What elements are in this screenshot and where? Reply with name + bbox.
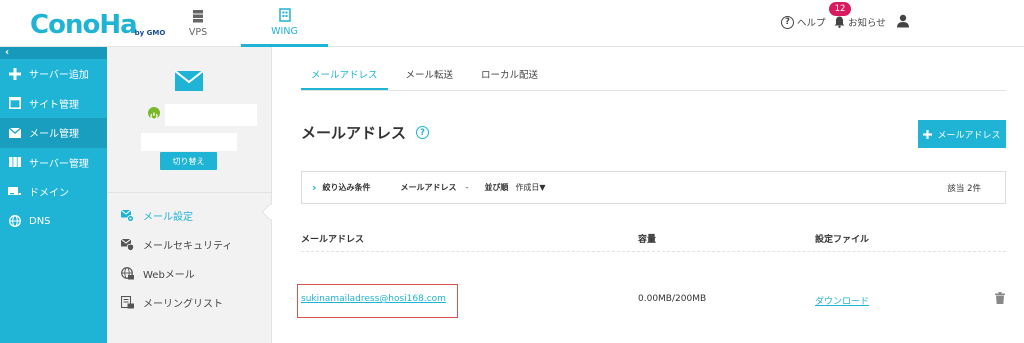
- globe-icon: [8, 215, 21, 228]
- tab-bar: メールアドレス メール転送 ローカル配送: [301, 67, 548, 91]
- sidebar-item-label: サーバー管理: [29, 158, 89, 170]
- trash-icon[interactable]: [994, 292, 1006, 304]
- nav-vps[interactable]: VPS: [168, 0, 228, 47]
- tab-local-delivery[interactable]: ローカル配送: [471, 67, 548, 91]
- sidebar-item-label: DNS: [29, 215, 51, 227]
- window-icon: [8, 97, 21, 110]
- mail-icon: [8, 126, 21, 139]
- mail-settings-icon: [121, 209, 134, 222]
- conoha-logo[interactable]: ConoHa by GMO: [30, 8, 165, 40]
- notice-link[interactable]: お知らせ: [834, 15, 886, 29]
- filter-value-address: -: [465, 183, 469, 192]
- account-detail-field: [141, 133, 237, 151]
- capacity-value: 0.00MB/200MB: [638, 294, 707, 304]
- filter-key-address: メールアドレス: [400, 183, 457, 192]
- webmail-icon: [121, 267, 134, 280]
- user-icon[interactable]: [896, 14, 910, 28]
- building-icon: [278, 7, 291, 22]
- menu-mailing-list[interactable]: メーリングリスト: [107, 288, 271, 317]
- menu-item-label: メール設定: [143, 212, 193, 223]
- sidebar-item-domain[interactable]: ドメイン: [0, 177, 107, 207]
- help-link[interactable]: ? ヘルプ: [781, 15, 826, 29]
- main-content: メールアドレス メール転送 ローカル配送 メールアドレス ? メールアドレス ›…: [272, 47, 1024, 343]
- page-title: メールアドレス ?: [301, 122, 430, 143]
- sidebar-item-label: メール管理: [29, 129, 79, 141]
- add-mail-address-button[interactable]: メールアドレス: [918, 120, 1006, 148]
- account-name-field: [165, 104, 257, 126]
- sidebar-item-label: サーバー追加: [29, 70, 89, 82]
- logo-text: ConoHa: [30, 10, 138, 40]
- download-config-link[interactable]: ダウンロード: [815, 294, 869, 307]
- mail-address-link[interactable]: sukinamailadress@hosi168.com: [301, 294, 446, 304]
- mail-large-icon: [175, 71, 203, 91]
- column-header-address: メールアドレス: [301, 235, 365, 245]
- page-title-text: メールアドレス: [301, 124, 407, 142]
- account-panel: 切り替え メール設定 メールセキュリティ Webメール メーリングリスト: [107, 47, 272, 343]
- sidebar-item-dns[interactable]: DNS: [0, 207, 107, 237]
- main-sidebar: ‹ サーバー追加 サイト管理 メール管理 サーバー管理 ドメイン DNS: [0, 47, 107, 343]
- sidebar-item-site[interactable]: サイト管理: [0, 89, 107, 119]
- menu-mail-settings[interactable]: メール設定: [107, 201, 271, 230]
- column-header-capacity: 容量: [638, 235, 657, 245]
- sidebar-item-server[interactable]: サーバー管理: [0, 148, 107, 178]
- menu-item-label: Webメール: [143, 270, 195, 281]
- chevron-right-icon: ›: [312, 181, 317, 194]
- plus-icon: [923, 129, 933, 139]
- menu-webmail[interactable]: Webメール: [107, 259, 271, 288]
- bell-icon: [834, 16, 845, 28]
- filter-bar[interactable]: › 絞り込み条件 メールアドレス - 並び順 作成日▼ 該当 2件: [301, 171, 1006, 204]
- help-icon[interactable]: ?: [416, 126, 430, 139]
- nav-wing-label: WING: [271, 25, 298, 37]
- sidebar-item-label: サイト管理: [29, 99, 79, 111]
- mail-security-icon: [121, 238, 134, 251]
- header-divider: [301, 251, 1006, 252]
- filter-value-sort: 作成日▼: [515, 183, 546, 192]
- help-label: ヘルプ: [797, 18, 826, 29]
- menu-mail-security[interactable]: メールセキュリティ: [107, 230, 271, 259]
- server-rack-icon: [8, 156, 21, 169]
- domain-icon: [8, 185, 21, 198]
- tab-mail-address[interactable]: メールアドレス: [301, 67, 388, 91]
- help-icon: ?: [781, 15, 794, 29]
- mailing-list-icon: [121, 296, 134, 309]
- column-header-config: 設定ファイル: [815, 235, 870, 245]
- account-summary: 切り替え: [107, 47, 271, 193]
- plus-icon: [8, 67, 21, 80]
- nav-wing[interactable]: WING: [241, 0, 328, 47]
- notice-label: お知らせ: [848, 18, 886, 29]
- sidebar-item-add-server[interactable]: サーバー追加: [0, 59, 107, 89]
- sidebar-collapse-button[interactable]: ‹: [0, 47, 107, 59]
- top-header: ConoHa by GMO VPS WING ? ヘルプ 12 お知らせ: [0, 0, 1024, 47]
- logo-subtext: by GMO: [134, 29, 166, 37]
- nav-vps-label: VPS: [188, 27, 208, 38]
- sidebar-item-label: ドメイン: [29, 188, 69, 200]
- add-button-label: メールアドレス: [937, 130, 1001, 141]
- notice-count-badge: 12: [829, 2, 851, 16]
- status-power-icon: [148, 107, 160, 120]
- filter-label: 絞り込み条件: [322, 183, 371, 192]
- sidebar-item-mail[interactable]: メール管理: [0, 118, 107, 148]
- menu-item-label: メールセキュリティ: [143, 241, 233, 252]
- result-count: 該当 2件: [947, 183, 981, 194]
- server-icon: [193, 10, 203, 23]
- filter-key-sort: 並び順: [484, 183, 509, 192]
- tabs-divider: [301, 90, 1006, 91]
- menu-item-label: メーリングリスト: [143, 299, 223, 310]
- tab-mail-forward[interactable]: メール転送: [396, 67, 464, 91]
- switch-account-button[interactable]: 切り替え: [160, 152, 217, 170]
